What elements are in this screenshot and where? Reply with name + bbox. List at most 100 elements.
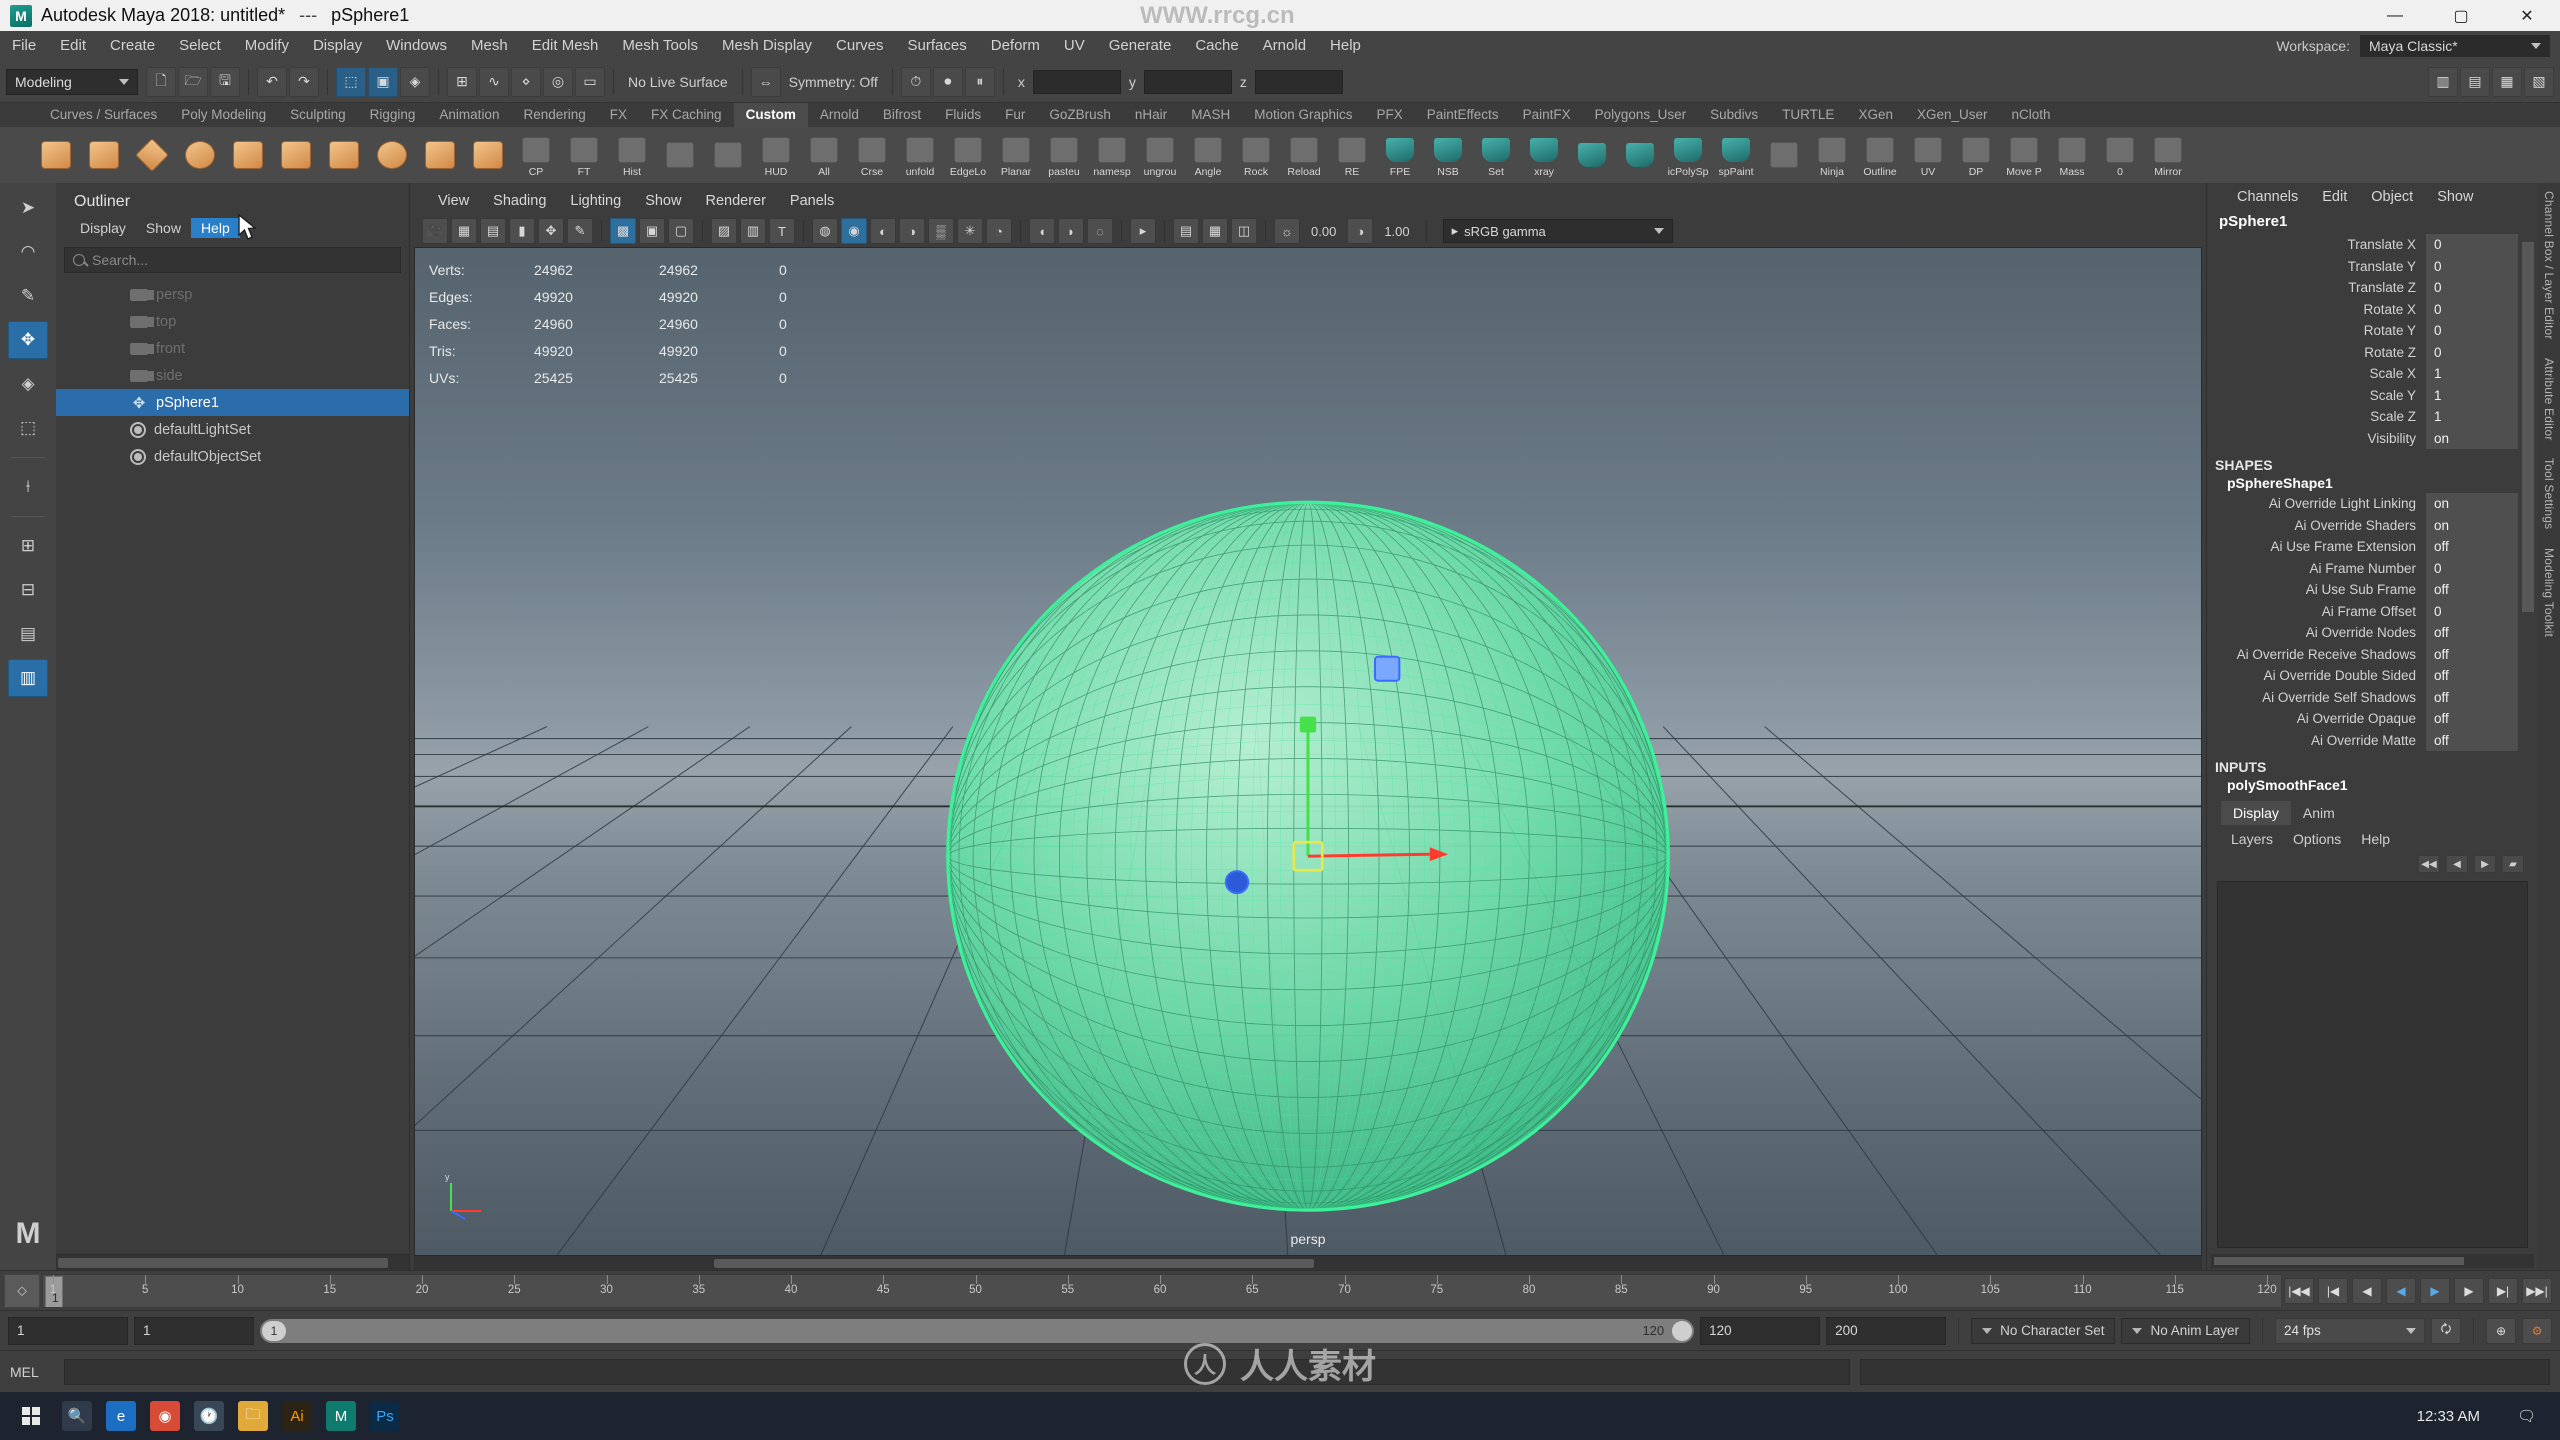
- camera-attributes-icon[interactable]: ▦: [451, 218, 477, 244]
- attribute-value[interactable]: off: [2426, 622, 2518, 644]
- outliner-item-defaultObjectSet[interactable]: defaultObjectSet: [56, 443, 409, 470]
- outliner-item-side[interactable]: side: [56, 362, 409, 389]
- symmetry-label[interactable]: Symmetry: Off: [783, 74, 884, 90]
- playback-end-time-field[interactable]: 120: [1700, 1316, 1821, 1345]
- viewport-menu-show[interactable]: Show: [633, 193, 693, 209]
- color-manage-icon[interactable]: ◫: [1231, 218, 1257, 244]
- illustrator-icon[interactable]: Ai: [282, 1401, 312, 1431]
- xray-mode-icon[interactable]: ◗: [1058, 218, 1084, 244]
- shelf-tab-sculpting[interactable]: Sculpting: [278, 103, 358, 127]
- channelbox-shape-attributes[interactable]: Ai Override Light Linking on Ai Override S…: [2207, 493, 2538, 751]
- photoshop-icon[interactable]: Ps: [370, 1401, 400, 1431]
- four-view-layout-icon[interactable]: ⊞: [8, 527, 48, 565]
- shelf-tab-pfx[interactable]: PFX: [1365, 103, 1415, 127]
- attribute-value[interactable]: 0: [2426, 320, 2518, 342]
- shelf-tab-motion-graphics[interactable]: Motion Graphics: [1242, 103, 1364, 127]
- shelf-button-spaint-tool[interactable]: spPaint: [1714, 133, 1758, 177]
- outliner-menu-show[interactable]: Show: [136, 218, 191, 238]
- channel-scale-x[interactable]: Scale X 1: [2207, 363, 2518, 385]
- shelf-button-bar-tool[interactable]: [658, 133, 702, 177]
- shelf-tab-rendering[interactable]: Rendering: [511, 103, 597, 127]
- shelf-tab-paintfx[interactable]: PaintFX: [1511, 103, 1583, 127]
- attribute-value[interactable]: off: [2426, 686, 2518, 708]
- anim-start-time-field[interactable]: 1: [8, 1316, 128, 1345]
- search-icon[interactable]: 🔍: [62, 1401, 92, 1431]
- outliner-search-input[interactable]: Search...: [64, 247, 401, 273]
- layer-next-icon[interactable]: ▶: [2474, 855, 2496, 873]
- perspective-viewport[interactable]: Verts: 24962 24962 0 Edges: 49920 49920 …: [414, 247, 2202, 1256]
- outliner-menu-help[interactable]: Help: [190, 218, 240, 238]
- menu-set-dropdown[interactable]: Modeling: [6, 68, 138, 95]
- menu-windows[interactable]: Windows: [374, 31, 459, 61]
- wireframe-shading-icon[interactable]: ▩: [610, 218, 636, 244]
- select-by-component-type-button[interactable]: ◈: [400, 66, 430, 97]
- shelf-button-unfold-tool[interactable]: unfold: [898, 133, 942, 177]
- tab-display-layers[interactable]: Display: [2221, 801, 2291, 825]
- scrollbar-thumb[interactable]: [2214, 1257, 2464, 1265]
- menu-edit[interactable]: Edit: [48, 31, 98, 61]
- shelf-tab-bifrost[interactable]: Bifrost: [871, 103, 933, 127]
- gamma-icon[interactable]: ◑: [1347, 218, 1374, 244]
- attribute-value[interactable]: 1: [2426, 406, 2518, 428]
- outliner-item-defaultLightSet[interactable]: defaultLightSet: [56, 416, 409, 443]
- channel-translate-y[interactable]: Translate Y 0: [2207, 255, 2518, 277]
- layers-menu-options[interactable]: Options: [2283, 829, 2351, 849]
- shelf-button-namespace-tool[interactable]: namesp: [1090, 133, 1134, 177]
- channel-ai-override-opaque[interactable]: Ai Override Opaque off: [2207, 708, 2518, 730]
- play-backwards-icon[interactable]: ◀: [2386, 1277, 2416, 1304]
- shelf-button-mirror-tool[interactable]: Mirror: [2146, 133, 2190, 177]
- shelf-button-reload-tool[interactable]: Reload: [1282, 133, 1326, 177]
- outliner-item-persp[interactable]: persp: [56, 281, 409, 308]
- outliner-item-front[interactable]: front: [56, 335, 409, 362]
- two-d-pan-zoom-icon[interactable]: ✥: [538, 218, 564, 244]
- shelf-button-set-tool[interactable]: Set: [1474, 133, 1518, 177]
- channel-ai-override-matte[interactable]: Ai Override Matte off: [2207, 729, 2518, 751]
- maximize-button[interactable]: ▢: [2428, 0, 2494, 31]
- range-left-handle[interactable]: 1: [262, 1320, 286, 1341]
- attribute-value[interactable]: on: [2426, 427, 2518, 449]
- menu-display[interactable]: Display: [301, 31, 374, 61]
- animation-preferences-icon[interactable]: ⚙: [2522, 1317, 2552, 1344]
- command-language-label[interactable]: MEL: [10, 1364, 54, 1380]
- channelbox-menu-show[interactable]: Show: [2425, 189, 2485, 205]
- attribute-value[interactable]: 0: [2426, 277, 2518, 299]
- menu-edit-mesh[interactable]: Edit Mesh: [520, 31, 611, 61]
- menu-help[interactable]: Help: [1318, 31, 1373, 61]
- shelf-tab-ncloth[interactable]: nCloth: [2000, 103, 2063, 127]
- menu-cache[interactable]: Cache: [1183, 31, 1250, 61]
- move-tool-icon[interactable]: ✥: [8, 321, 48, 359]
- channel-ai-frame-offset[interactable]: Ai Frame Offset 0: [2207, 600, 2518, 622]
- display-layer-list[interactable]: [2217, 881, 2528, 1248]
- coord-field-y[interactable]: [1143, 69, 1232, 94]
- menu-select[interactable]: Select: [167, 31, 233, 61]
- go-to-end-icon[interactable]: ▶▶|: [2522, 1277, 2552, 1304]
- shelf-button-select-tool[interactable]: [1618, 133, 1662, 177]
- viewport-menu-lighting[interactable]: Lighting: [558, 193, 633, 209]
- auto-key-icon[interactable]: ⊕: [2486, 1317, 2516, 1344]
- shelf-button-crease-tool[interactable]: Crse: [850, 133, 894, 177]
- shelf-button-poly-pyramid[interactable]: [418, 133, 462, 177]
- show-hide-attribute-editor-button[interactable]: ▤: [2460, 66, 2490, 97]
- channel-ai-override-shaders[interactable]: Ai Override Shaders on: [2207, 514, 2518, 536]
- grease-pencil-icon[interactable]: ✎: [567, 218, 593, 244]
- channel-visibility[interactable]: Visibility on: [2207, 427, 2518, 449]
- close-button[interactable]: ✕: [2494, 0, 2560, 31]
- shelf-button-dp-tool[interactable]: DP: [1954, 133, 1998, 177]
- shelf-tab-turtle[interactable]: TURTLE: [1770, 103, 1846, 127]
- channel-rotate-y[interactable]: Rotate Y 0: [2207, 320, 2518, 342]
- shelf-button-poly-cylinder[interactable]: [82, 133, 126, 177]
- shelf-tab-xgen-user[interactable]: XGen_User: [1905, 103, 2000, 127]
- range-bar[interactable]: 1 120: [260, 1318, 1695, 1343]
- construction-history-button[interactable]: ⏱: [900, 66, 931, 97]
- attribute-value[interactable]: 0: [2426, 557, 2518, 579]
- shelf-button-hud-tool[interactable]: HUD: [754, 133, 798, 177]
- shelf-button-poly-pipe[interactable]: [322, 133, 366, 177]
- shelf-tab-fx-caching[interactable]: FX Caching: [639, 103, 734, 127]
- menu-mesh-display[interactable]: Mesh Display: [710, 31, 824, 61]
- workspace-dropdown[interactable]: Maya Classic*: [2360, 35, 2550, 57]
- menu-arnold[interactable]: Arnold: [1251, 31, 1318, 61]
- undo-button[interactable]: ↶: [257, 66, 287, 97]
- outliner-tree[interactable]: persp top front side ✥ pSphere1 defaultLightSe…: [56, 277, 409, 1254]
- channelbox-menu-edit[interactable]: Edit: [2310, 189, 2359, 205]
- go-to-start-icon[interactable]: |◀◀: [2284, 1277, 2314, 1304]
